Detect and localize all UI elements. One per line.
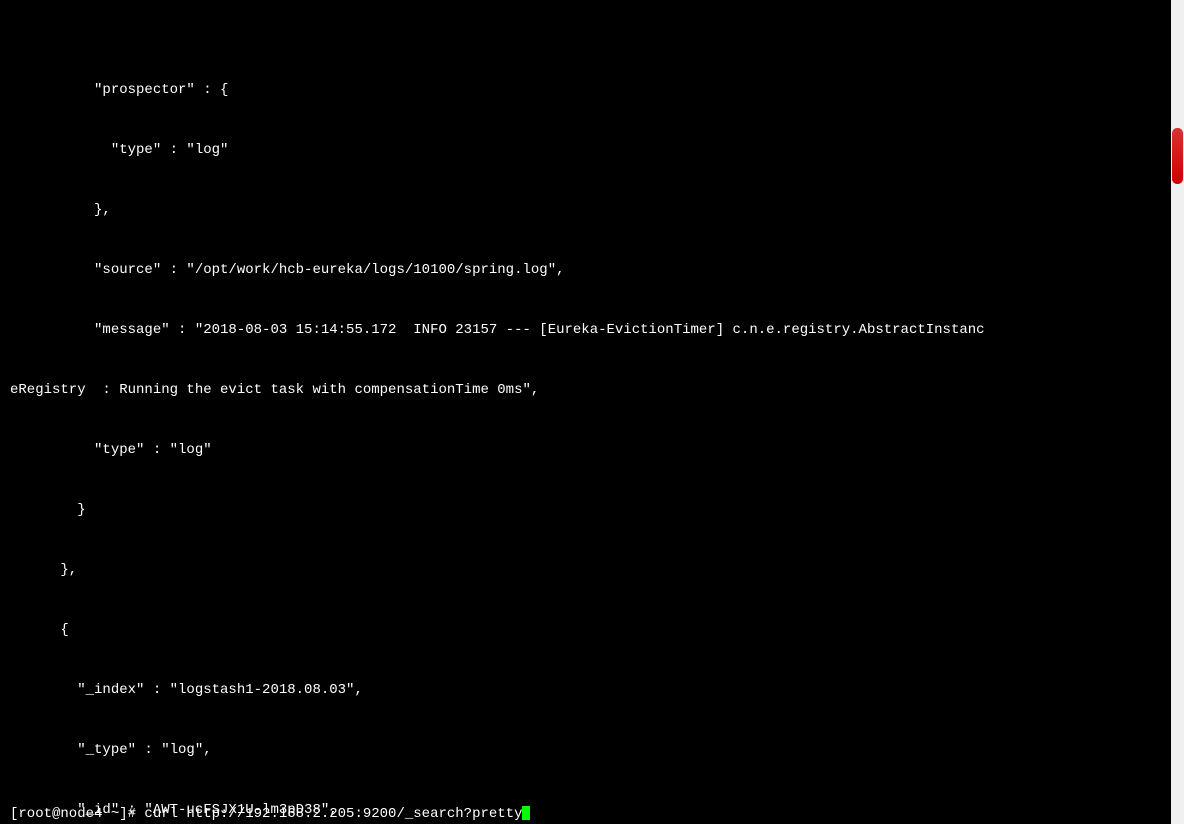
terminal-window[interactable]: "prospector" : { "type" : "log" }, "sour…	[0, 0, 1171, 824]
output-line: {	[10, 620, 1161, 640]
output-line: "prospector" : {	[10, 80, 1161, 100]
command-prompt-line[interactable]: [root@node4 ~]# curl http://192.168.2.20…	[10, 804, 530, 824]
output-line: "message" : "2018-08-03 15:14:55.172 INF…	[10, 320, 1161, 340]
output-line: "source" : "/opt/work/hcb-eureka/logs/10…	[10, 260, 1161, 280]
scrollbar-thumb[interactable]	[1172, 128, 1183, 184]
output-line: "type" : "log"	[10, 140, 1161, 160]
terminal-cursor	[522, 806, 530, 820]
vertical-scrollbar[interactable]	[1171, 0, 1184, 824]
terminal-output: "prospector" : { "type" : "log" }, "sour…	[0, 40, 1171, 824]
output-line: eRegistry : Running the evict task with …	[10, 380, 1161, 400]
output-line: "_type" : "log",	[10, 740, 1161, 760]
output-line: },	[10, 200, 1161, 220]
output-line: "type" : "log"	[10, 440, 1161, 460]
output-line: }	[10, 500, 1161, 520]
output-line: },	[10, 560, 1161, 580]
prompt-text: [root@node4 ~]# curl http://192.168.2.20…	[10, 806, 522, 822]
output-line: "_index" : "logstash1-2018.08.03",	[10, 680, 1161, 700]
